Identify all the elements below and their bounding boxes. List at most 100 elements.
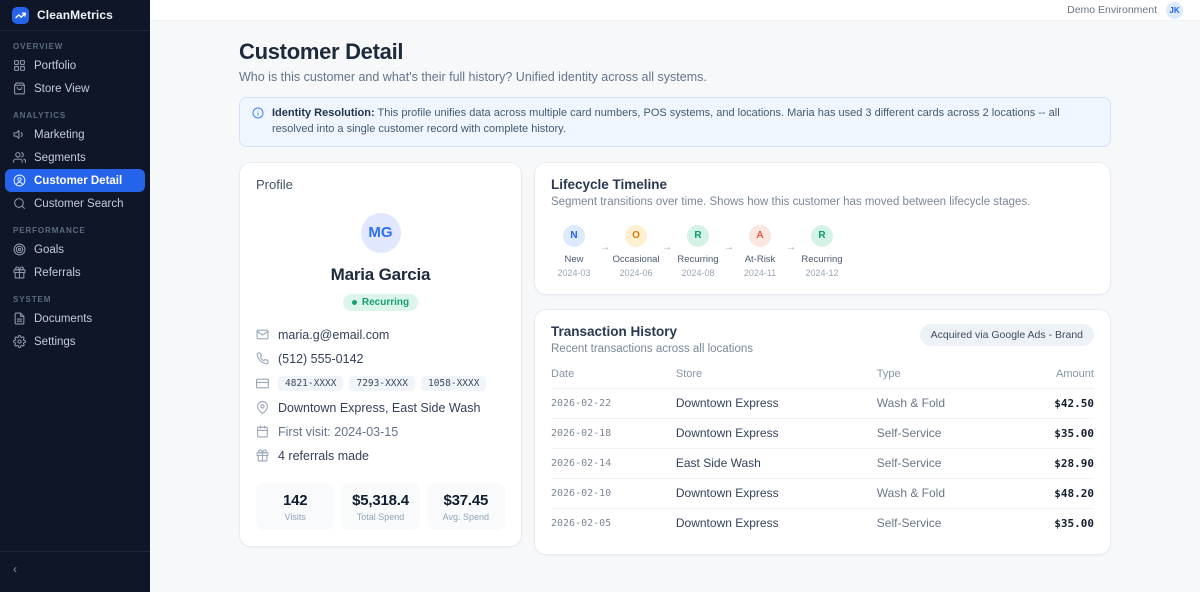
- stat-label: Visits: [258, 512, 332, 522]
- tx-amount: $28.90: [1013, 457, 1094, 470]
- table-row[interactable]: 2026-02-22 Downtown Express Wash & Fold …: [551, 389, 1094, 419]
- sidebar-item-label: Documents: [34, 313, 92, 325]
- timeline-stages: N New 2024-03 → O Occasional 2024-06 → R: [551, 225, 1094, 278]
- trending-up-icon: [12, 7, 29, 24]
- card-number-chip: 4821-XXXX: [278, 376, 343, 391]
- tx-store: Downtown Express: [676, 426, 877, 440]
- timeline-stage-occasional: O Occasional 2024-06: [613, 225, 659, 278]
- section-label-overview: OVERVIEW: [0, 31, 150, 54]
- sidebar-item-goals[interactable]: Goals: [0, 238, 150, 261]
- lifecycle-timeline-card: Lifecycle Timeline Segment transitions o…: [534, 162, 1111, 295]
- email-row: maria.g@email.com: [256, 328, 505, 342]
- tx-store: Downtown Express: [676, 486, 877, 500]
- stage-circle: R: [687, 225, 709, 247]
- column-header-type: Type: [877, 368, 1013, 380]
- transactions-table: Date Store Type Amount 2026-02-22 Downto…: [551, 368, 1094, 538]
- sidebar-item-portfolio[interactable]: Portfolio: [0, 54, 150, 77]
- page-subtitle: Who is this customer and what's their fu…: [239, 70, 1111, 84]
- stat-visits: 142 Visits: [256, 483, 334, 530]
- sidebar-item-settings[interactable]: Settings: [0, 330, 150, 353]
- tx-store: East Side Wash: [676, 456, 877, 470]
- status-badge: Recurring: [343, 294, 418, 311]
- customer-phone: (512) 555-0142: [278, 352, 363, 366]
- tx-date: 2026-02-14: [551, 458, 676, 469]
- stage-name: At-Risk: [745, 254, 776, 265]
- stage-date: 2024-11: [744, 268, 776, 278]
- environment-label: Demo Environment: [1067, 4, 1157, 16]
- stage-date: 2024-06: [619, 268, 652, 278]
- cards-row: 4821-XXXX 7293-XXXX 1058-XXXX: [256, 376, 505, 391]
- customer-email: maria.g@email.com: [278, 328, 389, 342]
- banner-body: This profile unifies data across multipl…: [272, 107, 1060, 135]
- user-circle-icon: [13, 174, 26, 187]
- stat-value: 142: [258, 492, 332, 509]
- table-row[interactable]: 2026-02-18 Downtown Express Self-Service…: [551, 419, 1094, 449]
- collapse-sidebar-button[interactable]: ‹: [13, 563, 17, 575]
- status-dot-icon: [352, 300, 357, 305]
- tx-store: Downtown Express: [676, 516, 877, 530]
- topbar: Demo Environment JK: [150, 0, 1200, 21]
- sidebar-item-customer-search[interactable]: Customer Search: [0, 192, 150, 215]
- sidebar-item-marketing[interactable]: Marketing: [0, 123, 150, 146]
- grid-icon: [13, 59, 26, 72]
- stage-name: Recurring: [801, 254, 842, 265]
- sidebar-item-segments[interactable]: Segments: [0, 146, 150, 169]
- stage-circle: N: [563, 225, 585, 247]
- arrow-right-icon: →: [597, 242, 613, 253]
- locations-row: Downtown Express, East Side Wash: [256, 401, 505, 415]
- sidebar-item-store-view[interactable]: Store View: [0, 77, 150, 100]
- customer-avatar: MG: [361, 213, 401, 253]
- sidebar-item-label: Portfolio: [34, 60, 76, 72]
- table-row[interactable]: 2026-02-14 East Side Wash Self-Service $…: [551, 449, 1094, 479]
- main-content: Customer Detail Who is this customer and…: [150, 21, 1200, 592]
- tx-amount: $42.50: [1013, 397, 1094, 410]
- calendar-icon: [256, 425, 269, 438]
- column-header-store: Store: [676, 368, 877, 380]
- tx-amount: $48.20: [1013, 487, 1094, 500]
- mail-icon: [256, 328, 269, 341]
- sidebar-item-customer-detail[interactable]: Customer Detail: [5, 169, 145, 192]
- stat-avg-spend: $37.45 Avg. Spend: [427, 483, 505, 530]
- table-row[interactable]: 2026-02-05 Downtown Express Self-Service…: [551, 509, 1094, 538]
- stat-value: $37.45: [429, 492, 503, 509]
- app-logo[interactable]: CleanMetrics: [0, 0, 150, 31]
- stage-circle: A: [749, 225, 771, 247]
- banner-title: Identity Resolution:: [272, 107, 375, 119]
- info-icon: [252, 107, 264, 119]
- referrals-count: 4 referrals made: [278, 449, 369, 463]
- arrow-right-icon: →: [783, 242, 799, 253]
- banner-text: Identity Resolution: This profile unifie…: [272, 106, 1098, 138]
- megaphone-icon: [13, 128, 26, 141]
- table-row[interactable]: 2026-02-10 Downtown Express Wash & Fold …: [551, 479, 1094, 509]
- map-pin-icon: [256, 401, 269, 414]
- table-header: Date Store Type Amount: [551, 368, 1094, 389]
- user-avatar[interactable]: JK: [1166, 2, 1183, 19]
- acquisition-badge: Acquired via Google Ads - Brand: [920, 324, 1094, 346]
- tx-amount: $35.00: [1013, 517, 1094, 530]
- sidebar-item-documents[interactable]: Documents: [0, 307, 150, 330]
- profile-card-title: Profile: [256, 177, 505, 192]
- tx-date: 2026-02-10: [551, 488, 676, 499]
- phone-icon: [256, 352, 269, 365]
- first-visit: First visit: 2024-03-15: [278, 425, 398, 439]
- arrow-right-icon: →: [659, 242, 675, 253]
- profile-card: Profile MG Maria Garcia Recurring maria.…: [239, 162, 522, 547]
- sidebar-item-referrals[interactable]: Referrals: [0, 261, 150, 284]
- store-icon: [13, 82, 26, 95]
- contact-list: maria.g@email.com (512) 555-0142 4821-XX…: [256, 328, 505, 463]
- identity-resolution-banner: Identity Resolution: This profile unifie…: [239, 97, 1111, 147]
- customer-name: Maria Garcia: [256, 265, 505, 285]
- sidebar: CleanMetrics OVERVIEW Portfolio Store Vi…: [0, 0, 150, 592]
- tx-type: Self-Service: [877, 456, 1013, 470]
- gear-icon: [13, 335, 26, 348]
- tx-type: Self-Service: [877, 516, 1013, 530]
- tx-type: Wash & Fold: [877, 486, 1013, 500]
- sidebar-item-label: Marketing: [34, 129, 85, 141]
- column-header-amount: Amount: [1013, 368, 1094, 380]
- tx-amount: $35.00: [1013, 427, 1094, 440]
- sidebar-item-label: Customer Detail: [34, 175, 122, 187]
- page-title: Customer Detail: [239, 39, 1111, 65]
- stat-total-spend: $5,318.4 Total Spend: [341, 483, 419, 530]
- card-number-chip: 7293-XXXX: [349, 376, 414, 391]
- tx-store: Downtown Express: [676, 396, 877, 410]
